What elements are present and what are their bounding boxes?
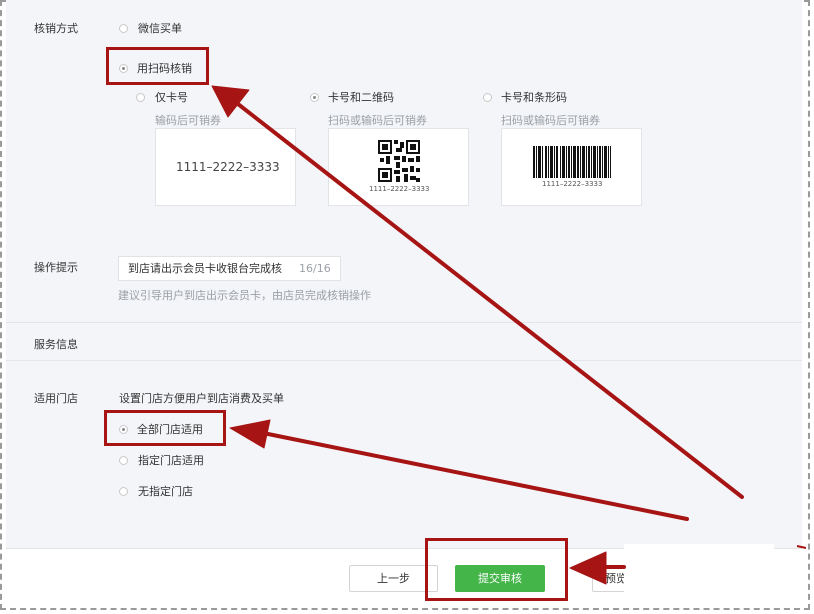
arrow-line-to-scan-verify bbox=[236, 102, 744, 499]
arrow-stub-right bbox=[796, 545, 807, 549]
annotation-arrows bbox=[211, 85, 807, 585]
arrowhead-scan-verify-icon bbox=[211, 85, 250, 118]
arrowhead-submit-icon bbox=[569, 551, 607, 585]
arrow-line-to-all-stores bbox=[266, 432, 689, 521]
arrowhead-all-stores-icon bbox=[229, 419, 271, 449]
